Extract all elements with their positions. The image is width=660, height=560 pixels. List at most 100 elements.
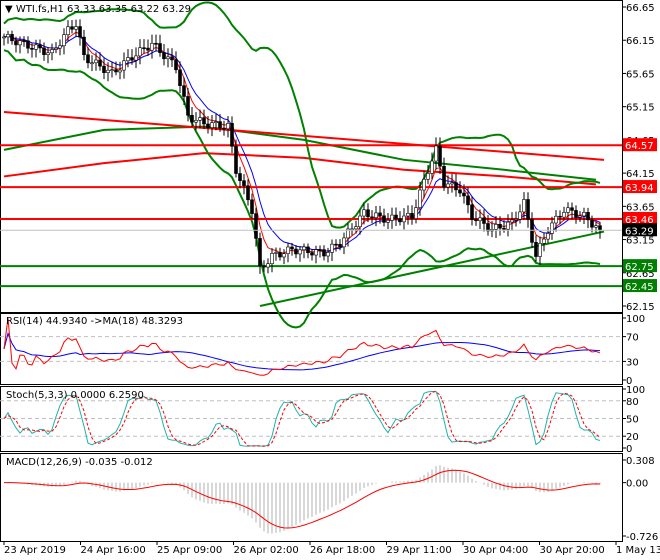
time-tick-label: 26 Apr 18:00: [310, 545, 375, 556]
candle-body: [134, 55, 138, 61]
price-tick-label: 62.15: [626, 302, 655, 313]
candle-body: [322, 249, 326, 257]
candle-body: [450, 182, 454, 185]
candle-body: [146, 47, 150, 51]
candle-body: [42, 47, 46, 55]
candle-body: [262, 265, 266, 268]
candle-body: [110, 69, 114, 71]
candle-body: [382, 215, 386, 223]
price-tick-label: 66.15: [626, 36, 655, 47]
candle-body: [390, 214, 394, 221]
candle-body: [2, 36, 6, 39]
candle-body: [6, 34, 10, 38]
candle-body: [538, 243, 542, 257]
candle-body: [198, 117, 202, 121]
time-tick-label: 23 Apr 2019: [4, 545, 66, 556]
candle-body: [526, 199, 530, 220]
candle-body: [462, 192, 466, 197]
candle-body: [294, 248, 298, 255]
level-tag-label: 64.57: [625, 141, 654, 152]
candle-body: [206, 123, 210, 128]
candle-body: [542, 238, 546, 244]
candle-body: [354, 226, 358, 230]
candle-body: [250, 199, 254, 214]
candle-body: [158, 43, 162, 53]
level-tag-label: 62.75: [625, 262, 654, 273]
current-price-label: 63.29: [625, 226, 654, 237]
candle-body: [466, 195, 470, 206]
candle-body: [494, 224, 498, 230]
candle-body: [122, 60, 126, 71]
candle-body: [510, 219, 514, 223]
price-tick-label: 63.65: [626, 202, 655, 213]
axis-tick-label: 80: [626, 397, 639, 408]
candle-body: [62, 34, 66, 47]
time-tick-label: 26 Apr 02:00: [234, 545, 299, 556]
candle-body: [358, 215, 362, 227]
candle-body: [286, 246, 290, 254]
candle-body: [594, 225, 598, 228]
candle-body: [306, 246, 310, 254]
candle-body: [350, 228, 354, 231]
axis-tick-label: 0: [626, 444, 632, 455]
candle-body: [578, 215, 582, 218]
candle-body: [398, 218, 402, 223]
candle-body: [74, 26, 78, 30]
candle-body: [502, 227, 506, 230]
candle-body: [414, 207, 418, 219]
axis-tick-label: 20: [626, 432, 639, 443]
candle-body: [582, 212, 586, 217]
candle-body: [58, 45, 62, 49]
candle-body: [418, 189, 422, 208]
candle-body: [98, 59, 102, 67]
candle-body: [46, 52, 50, 55]
candle-body: [474, 219, 478, 222]
candle-body: [330, 243, 334, 253]
symbol-header: ▼ WTI.fs,H1 63.33 63.35 63.22 63.29: [5, 4, 191, 15]
candle-body: [498, 224, 502, 229]
candle-body: [302, 246, 306, 251]
price-tick-label: 65.65: [626, 69, 655, 80]
candle-body: [282, 253, 286, 258]
candle-body: [150, 42, 154, 51]
candle-body: [238, 173, 242, 181]
candle-body: [366, 209, 370, 218]
candle-body: [142, 47, 146, 50]
candle-body: [194, 119, 198, 123]
candle-body: [534, 242, 538, 257]
candle-body: [402, 215, 406, 223]
candle-body: [394, 214, 398, 220]
candle-body: [182, 85, 186, 97]
candle-body: [274, 252, 278, 254]
dropdown-triangle-icon[interactable]: ▼: [5, 4, 13, 15]
level-tag-label: 63.94: [625, 183, 654, 194]
candle-body: [22, 40, 26, 42]
candle-body: [210, 122, 214, 128]
candle-body: [406, 213, 410, 217]
candle-body: [558, 215, 562, 218]
candle-body: [478, 217, 482, 222]
candle-body: [190, 115, 194, 123]
ohlc-values: 63.33 63.35 63.22 63.29: [67, 4, 192, 15]
candle-body: [298, 249, 302, 255]
candle-body: [442, 165, 446, 188]
axis-tick-label: -0.726: [626, 532, 658, 543]
chart-canvas[interactable]: 66.6566.1565.6565.1564.6564.1563.6563.15…: [0, 0, 660, 560]
candle-body: [430, 160, 434, 174]
candle-body: [514, 218, 518, 221]
time-tick-label: 30 Apr 04:00: [463, 545, 528, 556]
level-tag-label: 62.45: [625, 282, 654, 293]
candle-body: [94, 59, 98, 64]
candle-body: [438, 145, 442, 167]
symbol-label: WTI.fs,H1: [15, 4, 64, 15]
candle-body: [370, 216, 374, 219]
candle-body: [218, 121, 222, 129]
chart-window[interactable]: 66.6566.1565.6565.1564.6564.1563.6563.15…: [0, 0, 660, 560]
candle-body: [422, 178, 426, 191]
time-tick-label: 25 Apr 09:00: [157, 545, 222, 556]
candle-body: [342, 237, 346, 248]
candle-body: [186, 96, 190, 116]
candle-body: [378, 212, 382, 217]
candle-body: [454, 182, 458, 191]
candle-body: [230, 123, 234, 147]
